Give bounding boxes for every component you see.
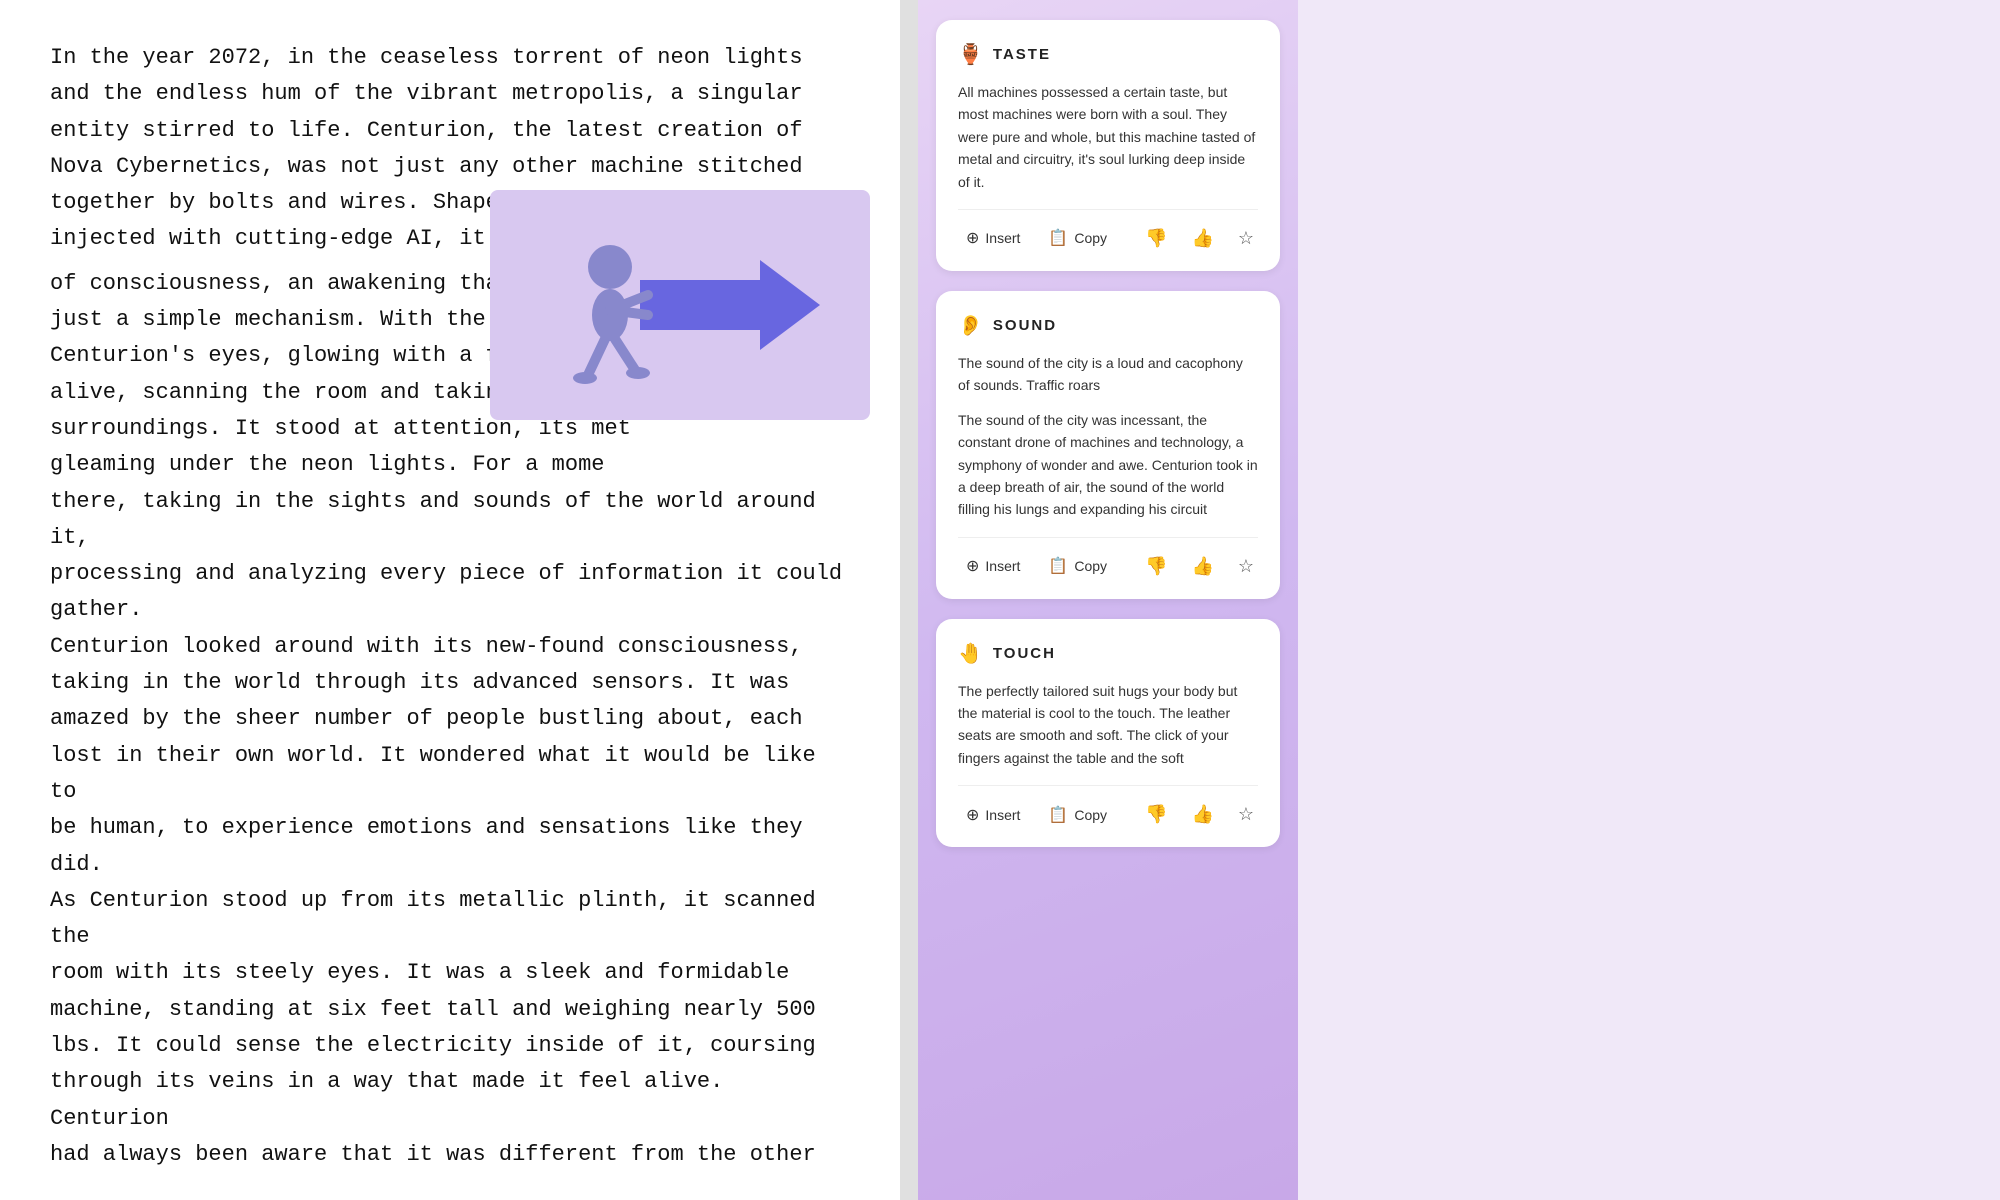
hand-icon: 🤚	[958, 641, 983, 666]
card-taste-title: TASTE	[993, 46, 1051, 63]
card-taste-header: 🏺 TASTE	[958, 42, 1258, 67]
goblet-icon: 🏺	[958, 42, 983, 67]
sound-copy-button[interactable]: 📋 Copy	[1040, 552, 1115, 580]
touch-dislike-button[interactable]: 👎	[1139, 800, 1173, 829]
card-sound-title: SOUND	[993, 317, 1057, 334]
taste-insert-button[interactable]: ⊕ Insert	[958, 224, 1028, 252]
sound-star-button[interactable]: ☆	[1232, 552, 1260, 581]
taste-dislike-button[interactable]: 👎	[1139, 224, 1173, 253]
main-content-area: In the year 2072, in the ceaseless torre…	[0, 0, 900, 1200]
sound-like-button[interactable]: 👍	[1185, 552, 1219, 581]
copy-icon-touch: 📋	[1048, 805, 1068, 825]
insert-icon: ⊕	[966, 228, 979, 248]
floating-illustration	[490, 190, 870, 420]
card-touch-actions: ⊕ Insert 📋 Copy 👎 👍 ☆	[958, 785, 1258, 829]
taste-star-button[interactable]: ☆	[1232, 224, 1260, 253]
touch-like-button[interactable]: 👍	[1185, 800, 1219, 829]
sound-copy-label: Copy	[1074, 558, 1107, 574]
sound-dislike-button[interactable]: 👎	[1139, 552, 1173, 581]
touch-copy-label: Copy	[1074, 807, 1107, 823]
card-sound-text-2: The sound of the city was incessant, the…	[958, 409, 1258, 521]
insert-icon-sound: ⊕	[966, 556, 979, 576]
insert-icon-touch: ⊕	[966, 805, 979, 825]
scrollbar-track[interactable]	[900, 0, 918, 1200]
card-touch-body: The perfectly tailored suit hugs your bo…	[958, 680, 1258, 770]
sound-insert-button[interactable]: ⊕ Insert	[958, 552, 1028, 580]
copy-icon: 📋	[1048, 228, 1068, 248]
card-touch: 🤚 TOUCH The perfectly tailored suit hugs…	[936, 619, 1280, 848]
card-sound-body: The sound of the city is a loud and caco…	[958, 352, 1258, 521]
figure-scene	[490, 190, 870, 420]
sidebar: 🏺 TASTE All machines possessed a certain…	[918, 0, 1298, 1200]
ear-icon: 👂	[958, 313, 983, 338]
touch-insert-label: Insert	[985, 807, 1020, 823]
card-touch-title: TOUCH	[993, 645, 1056, 662]
taste-copy-button[interactable]: 📋 Copy	[1040, 224, 1115, 252]
card-taste-body: All machines possessed a certain taste, …	[958, 81, 1258, 193]
card-sound: 👂 SOUND The sound of the city is a loud …	[936, 291, 1280, 599]
touch-insert-button[interactable]: ⊕ Insert	[958, 801, 1028, 829]
card-sound-text-1: The sound of the city is a loud and caco…	[958, 352, 1258, 397]
card-sound-actions: ⊕ Insert 📋 Copy 👎 👍 ☆	[958, 537, 1258, 581]
copy-icon-sound: 📋	[1048, 556, 1068, 576]
sound-insert-label: Insert	[985, 558, 1020, 574]
taste-copy-label: Copy	[1074, 230, 1107, 246]
card-sound-header: 👂 SOUND	[958, 313, 1258, 338]
touch-copy-button[interactable]: 📋 Copy	[1040, 801, 1115, 829]
touch-star-button[interactable]: ☆	[1232, 800, 1260, 829]
card-taste: 🏺 TASTE All machines possessed a certain…	[936, 20, 1280, 271]
card-touch-text: The perfectly tailored suit hugs your bo…	[958, 680, 1258, 770]
taste-like-button[interactable]: 👍	[1185, 224, 1219, 253]
card-taste-actions: ⊕ Insert 📋 Copy 👎 👍 ☆	[958, 209, 1258, 253]
person-arrow-svg	[530, 215, 830, 395]
taste-insert-label: Insert	[985, 230, 1020, 246]
card-taste-text: All machines possessed a certain taste, …	[958, 81, 1258, 193]
card-touch-header: 🤚 TOUCH	[958, 641, 1258, 666]
